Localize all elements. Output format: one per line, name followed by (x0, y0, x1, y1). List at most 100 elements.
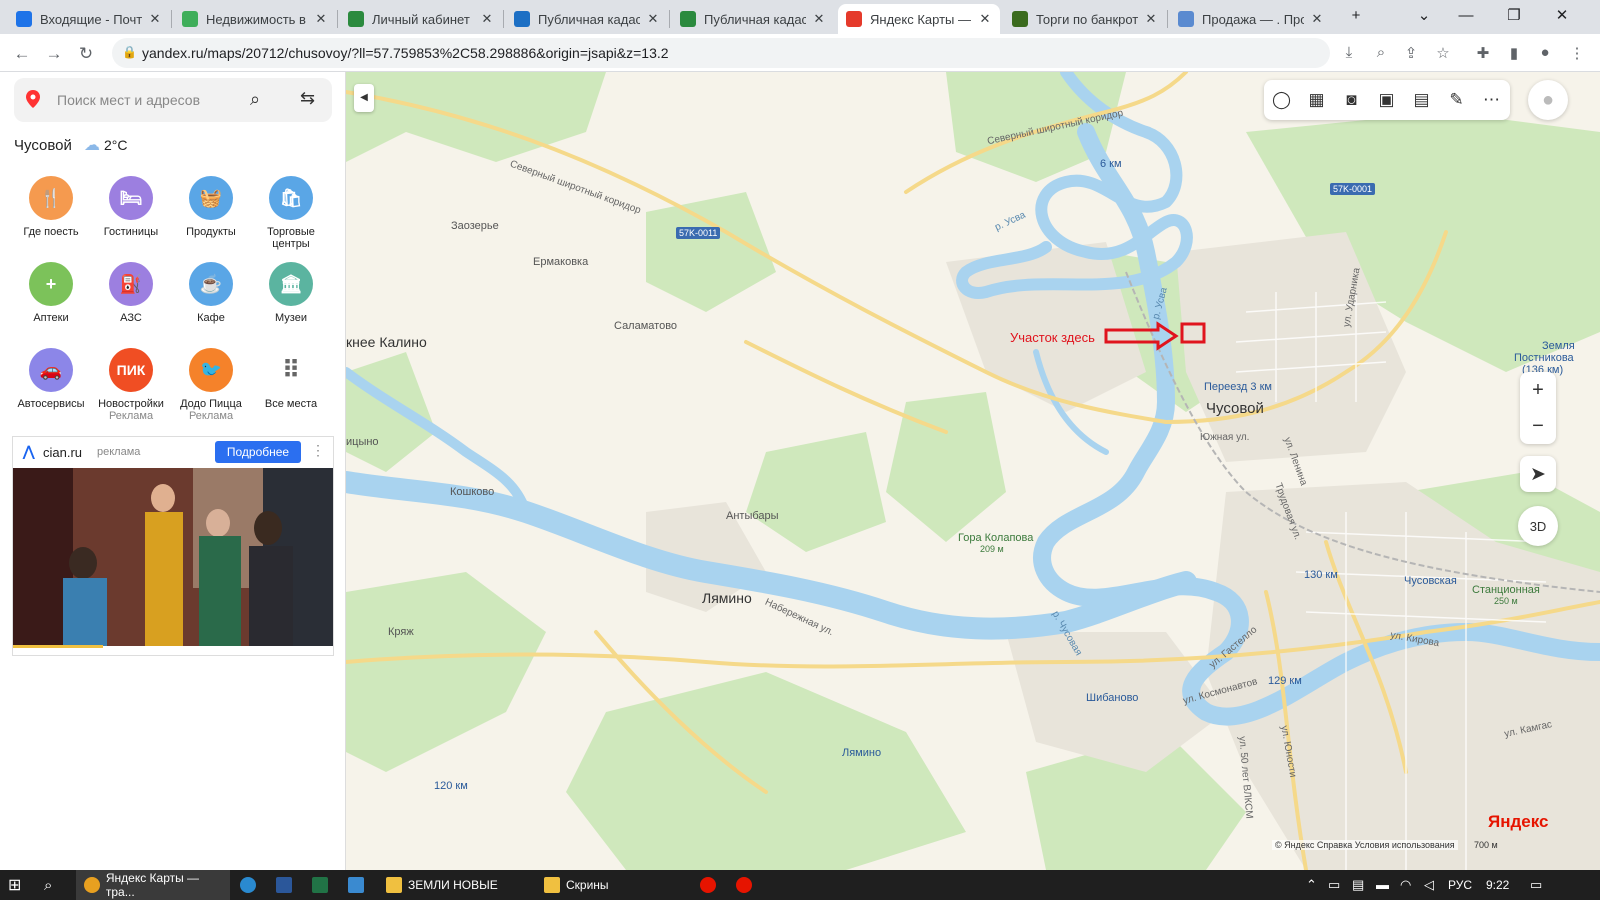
map-type-icon[interactable]: ▦ (1299, 90, 1334, 110)
tab-close-icon[interactable]: ✕ (1144, 11, 1158, 27)
map-canvas[interactable]: ◀ Северный широтный коридор Северный шир… (346, 72, 1600, 870)
tab-search-icon[interactable]: ⌄ (1404, 0, 1444, 30)
yandex-browser-icon[interactable] (700, 870, 722, 900)
category-pharmacy[interactable]: + Аптеки (9, 262, 93, 324)
tray-battery-icon[interactable]: ▬ (1376, 877, 1389, 892)
panorama-icon[interactable]: ◙ (1334, 90, 1369, 110)
tab-title: Публичная кадаст (704, 11, 806, 27)
profile-icon[interactable]: ● (1534, 44, 1556, 61)
zoom-out-button[interactable]: − (1520, 408, 1556, 444)
url-text[interactable]: yandex.ru/maps/20712/chusovoy/?ll=57.759… (142, 45, 669, 61)
category-cup[interactable]: ☕ Кафе (169, 262, 253, 324)
tab-close-icon[interactable]: ✕ (646, 11, 660, 27)
3d-button[interactable]: 3D (1518, 506, 1558, 546)
map-label: Ермаковка (533, 256, 589, 268)
category-grid-dots[interactable]: ⠿ Все места (249, 348, 333, 410)
category-fork-knife[interactable]: 🍴 Где поесть (9, 176, 93, 238)
category-museum[interactable]: 🏛 Музеи (249, 262, 333, 324)
tab-close-icon[interactable]: ✕ (1310, 11, 1324, 27)
category-bed[interactable]: 🛏 Гостиницы (89, 176, 173, 238)
minimize-button[interactable]: — (1446, 0, 1486, 30)
shopping-bag-icon: 🛍 (269, 176, 313, 220)
share-icon[interactable]: ⇪ (1400, 44, 1422, 62)
desktop-icon[interactable] (348, 870, 370, 900)
zoom-in-button[interactable]: + (1520, 372, 1556, 408)
close-window-button[interactable]: ✕ (1542, 0, 1582, 30)
tab-close-icon[interactable]: ✕ (480, 11, 494, 27)
category-fuel[interactable]: ⛽ АЗС (89, 262, 173, 324)
sale-icon (1178, 11, 1194, 27)
ad-block[interactable]: ⋀ cian.ru реклама Подробнее ⋮ (12, 436, 334, 656)
category-label: Аптеки (33, 312, 69, 324)
category-pik-logo[interactable]: ПИК Новостройки Реклама (89, 348, 173, 422)
tray-wifi-icon[interactable]: ◠ (1400, 877, 1411, 893)
category-shopping-bag[interactable]: 🛍 Торговые центры (249, 176, 333, 250)
tab[interactable]: Личный кабинет ✕ (340, 4, 502, 34)
ie-icon[interactable] (240, 870, 262, 900)
notifications-icon[interactable]: ▭ (1530, 877, 1542, 893)
locate-button[interactable]: ➤ (1520, 456, 1556, 492)
map-label: Кряж (388, 626, 414, 638)
tab[interactable]: Недвижимость в Е ✕ (174, 4, 336, 34)
transport-icon[interactable]: ▣ (1369, 90, 1404, 110)
tray-clock[interactable]: 9:22 (1486, 878, 1509, 892)
tab[interactable]: Публичная кадаст ✕ (506, 4, 668, 34)
tray-volume-icon[interactable]: ◁ (1424, 877, 1434, 893)
extensions-icon[interactable]: ✚ (1472, 44, 1494, 62)
reload-button[interactable]: ↻ (72, 40, 100, 68)
zoom-icon[interactable]: ⌕ (1370, 44, 1392, 61)
tab[interactable]: Продажа — . Про ✕ (1170, 4, 1332, 34)
back-button[interactable]: ← (8, 40, 36, 68)
tab-close-icon[interactable]: ✕ (314, 11, 328, 27)
install-icon[interactable]: ⤓ (1338, 44, 1360, 61)
ad-video[interactable] (13, 468, 333, 646)
search-input[interactable]: Поиск мест и адресов (57, 92, 200, 108)
map-label: Постникова (1514, 352, 1574, 364)
user-avatar[interactable]: ● (1528, 80, 1568, 120)
copyright[interactable]: © Яндекс Справка Условия использования (1272, 840, 1458, 850)
tab-close-icon[interactable]: ✕ (148, 11, 162, 27)
city-name: Чусовой (14, 137, 72, 154)
taskbar-item[interactable]: ЗЕМЛИ НОВЫЕ (380, 870, 530, 900)
ruler-icon[interactable]: ✎ (1439, 90, 1474, 110)
start-button[interactable]: ⊞ (8, 870, 21, 900)
category-label: АЗС (120, 312, 142, 324)
ad-more-button[interactable]: Подробнее (215, 441, 301, 463)
ad-menu-icon[interactable]: ⋮ (311, 442, 325, 459)
tab-close-icon[interactable]: ✕ (978, 11, 992, 27)
layers-icon[interactable]: ◯ (1264, 90, 1299, 110)
tray-network-icon[interactable]: ▭ (1328, 877, 1340, 893)
omnibox[interactable]: 🔒 yandex.ru/maps/20712/chusovoy/?ll=57.7… (112, 38, 1330, 68)
search-icon[interactable]: ⌕ (44, 870, 52, 900)
category-basket[interactable]: 🧺 Продукты (169, 176, 253, 238)
search-icon[interactable]: ⌕ (250, 89, 260, 110)
menu-icon[interactable]: ⋮ (1566, 44, 1588, 62)
side-panel-icon[interactable]: ▮ (1503, 44, 1525, 62)
tab-close-icon[interactable]: ✕ (812, 11, 826, 27)
tray-language[interactable]: РУС (1448, 878, 1472, 892)
traffic-icon[interactable]: ▤ (1404, 90, 1439, 110)
tab[interactable]: Входящие - Почта ✕ (8, 4, 170, 34)
category-dodo-logo[interactable]: 🐦 Додо Пицца Реклама (169, 348, 253, 422)
taskbar-item[interactable]: Скрины (538, 870, 688, 900)
collapse-sidebar-button[interactable]: ◀ (354, 84, 374, 112)
tab[interactable]: Публичная кадаст ✕ (672, 4, 834, 34)
fuel-icon: ⛽ (109, 262, 153, 306)
taskbar-item[interactable]: Яндекс Карты — тра... (76, 870, 230, 900)
tab[interactable]: Яндекс Карты — т ✕ (838, 4, 1000, 34)
ad-domain[interactable]: cian.ru (43, 445, 82, 460)
category-car-service[interactable]: 🚗 Автосервисы (9, 348, 93, 410)
tray-arrow-icon[interactable]: ⌃ (1306, 877, 1317, 893)
search-box[interactable]: Поиск мест и адресов ⌕ ⇆ (14, 78, 332, 122)
tray-lang-icon[interactable]: ▤ (1352, 877, 1364, 893)
new-tab-button[interactable]: + (1336, 0, 1376, 30)
route-icon[interactable]: ⇆ (300, 88, 315, 109)
tab[interactable]: Торги по банкрот ✕ (1004, 4, 1166, 34)
excel-icon[interactable] (312, 870, 334, 900)
restore-button[interactable]: ❐ (1494, 0, 1534, 30)
bookmark-star-icon[interactable]: ☆ (1432, 44, 1454, 62)
more-icon[interactable]: ⋯ (1474, 90, 1509, 110)
forward-button[interactable]: → (40, 40, 68, 68)
word-icon[interactable] (276, 870, 298, 900)
yandex-icon[interactable] (736, 870, 758, 900)
